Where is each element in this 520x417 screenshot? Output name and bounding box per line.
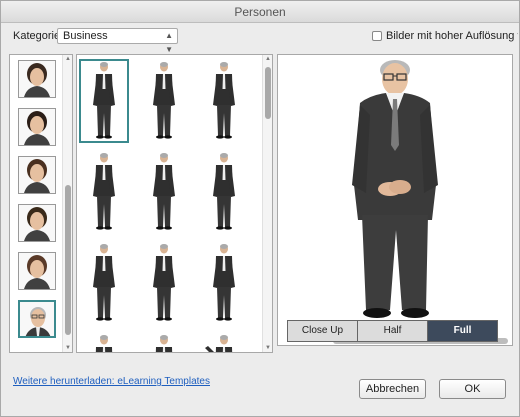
close-up-button[interactable]: Close Up: [287, 320, 358, 342]
cancel-button[interactable]: Abbrechen: [359, 379, 426, 399]
pose-partial-3[interactable]: [201, 334, 247, 352]
view-mode-segmented[interactable]: Close Up Half Full: [287, 320, 498, 342]
pose-pointing[interactable]: [141, 152, 187, 232]
category-label: Kategorie:: [13, 30, 64, 42]
pose-standing[interactable]: [81, 243, 127, 323]
headshot-man-grey-hair[interactable]: [18, 300, 56, 338]
pose-grid[interactable]: ▲ ▼: [76, 54, 273, 353]
pose-partial-2[interactable]: [141, 334, 187, 352]
download-more-link[interactable]: Weitere herunterladen: eLearning Templat…: [13, 376, 210, 387]
scroll-down-icon[interactable]: ▼: [264, 345, 272, 351]
high-res-option[interactable]: Bilder mit hoher Auflösung verwe: [372, 30, 518, 42]
pose-partial-1[interactable]: [81, 334, 127, 352]
scroll-thumb[interactable]: [65, 185, 71, 335]
character-list-scrollbar[interactable]: ▲ ▼: [62, 55, 72, 352]
pose-hands-in-pockets[interactable]: [81, 152, 127, 232]
personen-dialog: Personen Kategorie: Business ▲ ▼ Bilder m…: [0, 0, 520, 417]
headshot-woman-3[interactable]: [18, 156, 56, 194]
category-value: Business: [63, 30, 108, 42]
chevron-updown-icon: ▲ ▼: [165, 31, 173, 54]
full-button[interactable]: Full: [428, 320, 498, 342]
window-title: Personen: [1, 1, 519, 23]
high-res-checkbox[interactable]: [372, 31, 382, 41]
pose-grid-scrollbar[interactable]: ▲ ▼: [262, 55, 272, 352]
character-list[interactable]: ▲ ▼: [9, 54, 73, 353]
scroll-thumb[interactable]: [265, 67, 271, 119]
headshot-woman-5[interactable]: [18, 252, 56, 290]
scroll-up-icon[interactable]: ▲: [64, 56, 72, 62]
pose-holding-jacket[interactable]: [201, 152, 247, 232]
scroll-down-icon[interactable]: ▼: [64, 345, 72, 351]
scroll-up-icon[interactable]: ▲: [264, 56, 272, 62]
headshot-woman-1[interactable]: [18, 60, 56, 98]
ok-button[interactable]: OK: [439, 379, 506, 399]
preview-person-image: [352, 60, 438, 318]
pose-hand-on-chin[interactable]: [201, 61, 247, 141]
high-res-label: Bilder mit hoher Auflösung verwe: [386, 30, 518, 42]
half-button[interactable]: Half: [358, 320, 428, 342]
pose-walking[interactable]: [141, 243, 187, 323]
headshot-woman-headset[interactable]: [18, 204, 56, 242]
pose-pointing-side[interactable]: [201, 243, 247, 323]
category-select[interactable]: Business ▲ ▼: [57, 28, 178, 54]
headshot-woman-2[interactable]: [18, 108, 56, 146]
pose-hands-clasped[interactable]: [79, 59, 129, 143]
preview-panel: [277, 54, 513, 346]
pose-arms-crossed[interactable]: [141, 61, 187, 141]
